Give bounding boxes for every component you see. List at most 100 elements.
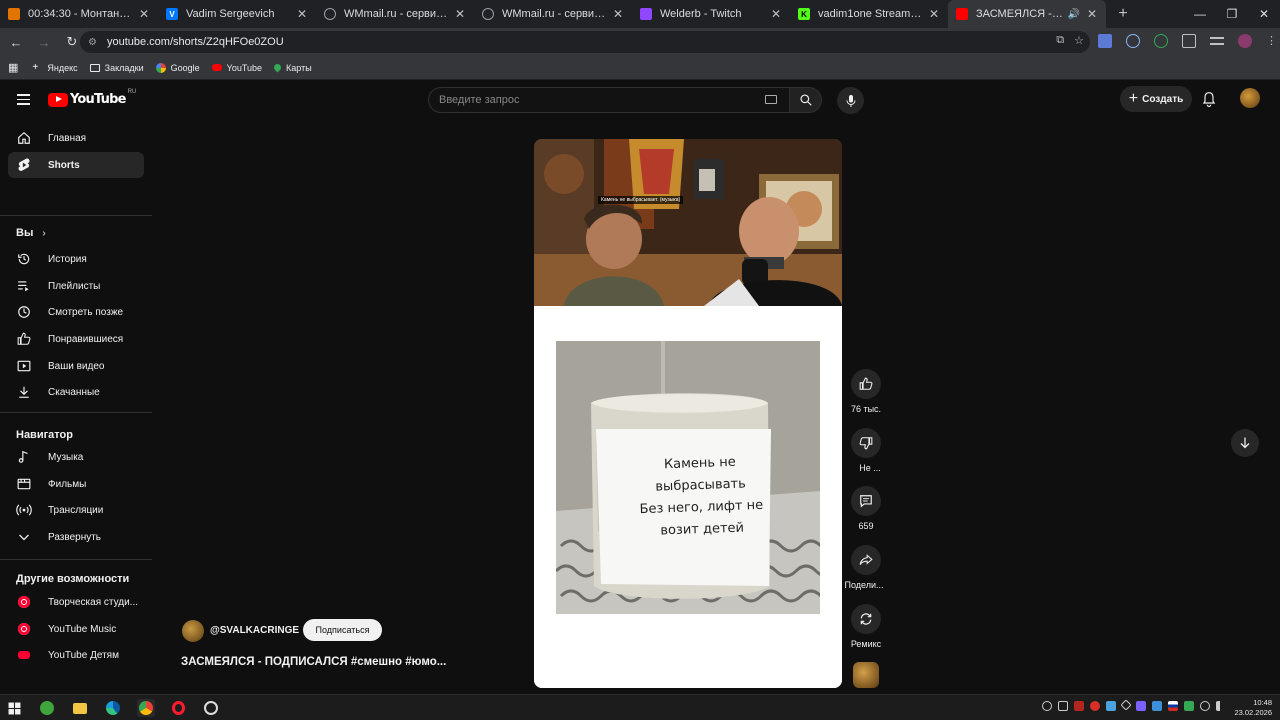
more-features-heading: Другие возможности xyxy=(16,573,130,585)
audio-source-avatar[interactable] xyxy=(853,662,879,688)
share-label: Подели... xyxy=(844,580,884,590)
apps-grid-icon[interactable]: ▦ xyxy=(8,61,18,74)
next-short-button[interactable] xyxy=(1231,429,1259,457)
system-clock[interactable]: 10:48 23.02.2026 xyxy=(1234,698,1272,718)
sidebar-item-watch-later[interactable]: Смотреть позже xyxy=(8,299,144,325)
app-icon-green[interactable] xyxy=(39,700,55,716)
tray-app-icon[interactable] xyxy=(1042,701,1052,711)
close-tab-icon[interactable]: ✕ xyxy=(612,7,624,21)
comments-button[interactable] xyxy=(851,486,881,516)
restore-icon[interactable]: ❐ xyxy=(1216,0,1248,28)
menu-lines-icon[interactable] xyxy=(1210,37,1224,45)
tray-app-icon[interactable] xyxy=(1090,701,1100,711)
channel-name[interactable]: @SVALKACRINGE xyxy=(210,625,299,636)
sidebar-item-live[interactable]: Трансляции xyxy=(8,497,144,523)
tray-app-icon[interactable] xyxy=(1120,699,1132,711)
edge-browser-icon[interactable] xyxy=(105,700,121,716)
share-button[interactable] xyxy=(851,545,881,575)
forward-arrow-icon[interactable]: → xyxy=(32,30,56,54)
menu-hamburger-icon[interactable] xyxy=(17,94,30,105)
close-window-icon[interactable]: ✕ xyxy=(1248,0,1280,28)
notifications-bell-icon[interactable] xyxy=(1202,91,1216,112)
close-tab-icon[interactable]: ✕ xyxy=(928,7,940,21)
windows-start-icon[interactable] xyxy=(6,700,22,716)
search-input[interactable]: Введите запрос xyxy=(428,87,790,113)
like-button[interactable] xyxy=(851,369,881,399)
tray-app-icon[interactable] xyxy=(1184,701,1194,711)
more-vert-icon[interactable]: ⋮ xyxy=(1266,34,1277,48)
browser-tab[interactable]: V Vadim Sergeevich ✕ xyxy=(158,0,316,28)
extension-icon[interactable] xyxy=(1154,34,1168,48)
keyboard-icon[interactable] xyxy=(765,95,777,104)
chrome-browser-icon[interactable] xyxy=(137,699,155,717)
sidebar-item-home[interactable]: Главная xyxy=(8,125,144,151)
back-arrow-icon[interactable]: ← xyxy=(4,30,28,54)
app-icon-steam[interactable] xyxy=(203,700,219,716)
close-tab-icon[interactable]: ✕ xyxy=(296,7,308,21)
close-tab-icon[interactable]: ✕ xyxy=(1086,7,1098,21)
sidebar-item-yt-kids[interactable]: YouTube Детям xyxy=(8,642,144,668)
tray-app-icon[interactable] xyxy=(1074,701,1084,711)
extension-icon[interactable] xyxy=(1126,34,1140,48)
video-title[interactable]: ЗАСМЕЯЛСЯ - ПОДПИСАЛСЯ #смешно #юмо... xyxy=(181,656,446,668)
dislike-button[interactable] xyxy=(851,428,881,458)
speaker-icon[interactable]: 🔊 xyxy=(1068,9,1080,20)
browser-tab[interactable]: 00:34:30 - Монтана - The West ✕ xyxy=(0,0,158,28)
browser-tab[interactable]: WMmail.ru - сервис почтовых ✕ xyxy=(316,0,474,28)
profile-avatar-icon[interactable] xyxy=(1238,34,1252,48)
network-icon[interactable] xyxy=(1200,701,1210,711)
subscribe-button[interactable]: Подписаться xyxy=(303,619,382,641)
shorts-video-player[interactable]: Камень не выбрасывает. (музыка) Камень н… xyxy=(534,139,842,688)
install-app-icon[interactable]: ⧉ xyxy=(1056,34,1064,47)
sidebar-item-yt-music[interactable]: YouTube Music xyxy=(8,616,144,642)
sidebar-item-expand[interactable]: Развернуть xyxy=(8,524,144,550)
sidebar-item-downloads[interactable]: Скачанные xyxy=(8,379,144,405)
volume-icon[interactable] xyxy=(1216,701,1224,711)
bookmark-folder[interactable]: Закладки xyxy=(89,63,144,73)
bookmark-star-icon[interactable]: ☆ xyxy=(1074,34,1084,47)
sidebar-item-liked[interactable]: Понравившиеся xyxy=(8,326,144,352)
sidebar-item-shorts[interactable]: Shorts xyxy=(8,152,144,178)
file-explorer-icon[interactable] xyxy=(72,700,88,716)
sidebar-item-your-videos[interactable]: Ваши видео xyxy=(8,353,144,379)
sidebar-item-studio[interactable]: Творческая студи... xyxy=(8,589,144,615)
close-tab-icon[interactable]: ✕ xyxy=(770,7,782,21)
sidebar-item-music[interactable]: Музыка xyxy=(8,444,144,470)
meme-photo-stone: Камень не выбрасывать Без него, лифт не … xyxy=(556,341,820,614)
new-tab-button[interactable]: + xyxy=(1112,5,1134,23)
language-flag-icon[interactable] xyxy=(1168,701,1178,711)
browser-tab-active[interactable]: ЗАСМЕЯЛСЯ - ПОДПИСАЛСЯ 🔊 ✕ xyxy=(948,0,1106,28)
address-bar[interactable]: ⚙ youtube.com/shorts/Z2qHFOe0ZOU ⧉ ☆ xyxy=(80,31,1090,53)
browser-tab[interactable]: K vadim1one Stream - Watch Live ✕ xyxy=(790,0,948,28)
channel-avatar[interactable] xyxy=(182,620,204,642)
tray-app-icon[interactable] xyxy=(1152,701,1162,711)
tray-app-icon[interactable] xyxy=(1058,701,1068,711)
sidebar-item-playlists[interactable]: Плейлисты xyxy=(8,273,144,299)
browser-tab[interactable]: WMmail.ru - сервис почтовых ✕ xyxy=(474,0,632,28)
account-avatar[interactable] xyxy=(1240,88,1260,108)
close-tab-icon[interactable]: ✕ xyxy=(138,7,150,21)
translate-extension-icon[interactable] xyxy=(1098,34,1112,48)
search-button[interactable] xyxy=(790,87,822,113)
opera-browser-icon[interactable] xyxy=(170,700,186,716)
sidebar-item-history[interactable]: История xyxy=(8,246,144,272)
minimize-icon[interactable]: — xyxy=(1184,0,1216,28)
tray-app-icon[interactable] xyxy=(1106,701,1116,711)
bookmark-yandex[interactable]: + Яндекс xyxy=(32,62,77,73)
bookmark-maps[interactable]: Карты xyxy=(272,63,312,73)
create-button[interactable]: + Создать xyxy=(1120,86,1192,112)
tab-title: WMmail.ru - сервис почтовых xyxy=(502,8,606,20)
voice-search-button[interactable] xyxy=(837,87,864,114)
bookmark-google[interactable]: Google xyxy=(155,62,200,73)
site-info-icon[interactable]: ⚙ xyxy=(88,37,97,48)
tab-title: Vadim Sergeevich xyxy=(186,8,275,20)
puzzle-icon[interactable] xyxy=(1182,34,1196,48)
remix-button[interactable] xyxy=(851,604,881,634)
bookmark-youtube[interactable]: YouTube xyxy=(211,63,262,73)
close-tab-icon[interactable]: ✕ xyxy=(454,7,466,21)
youtube-logo[interactable]: YouTube RU xyxy=(48,89,136,107)
tray-app-icon[interactable] xyxy=(1136,701,1146,711)
sidebar-item-films[interactable]: Фильмы xyxy=(8,471,144,497)
you-section-heading[interactable]: Вы › xyxy=(16,227,46,239)
browser-tab[interactable]: Welderb - Twitch ✕ xyxy=(632,0,790,28)
